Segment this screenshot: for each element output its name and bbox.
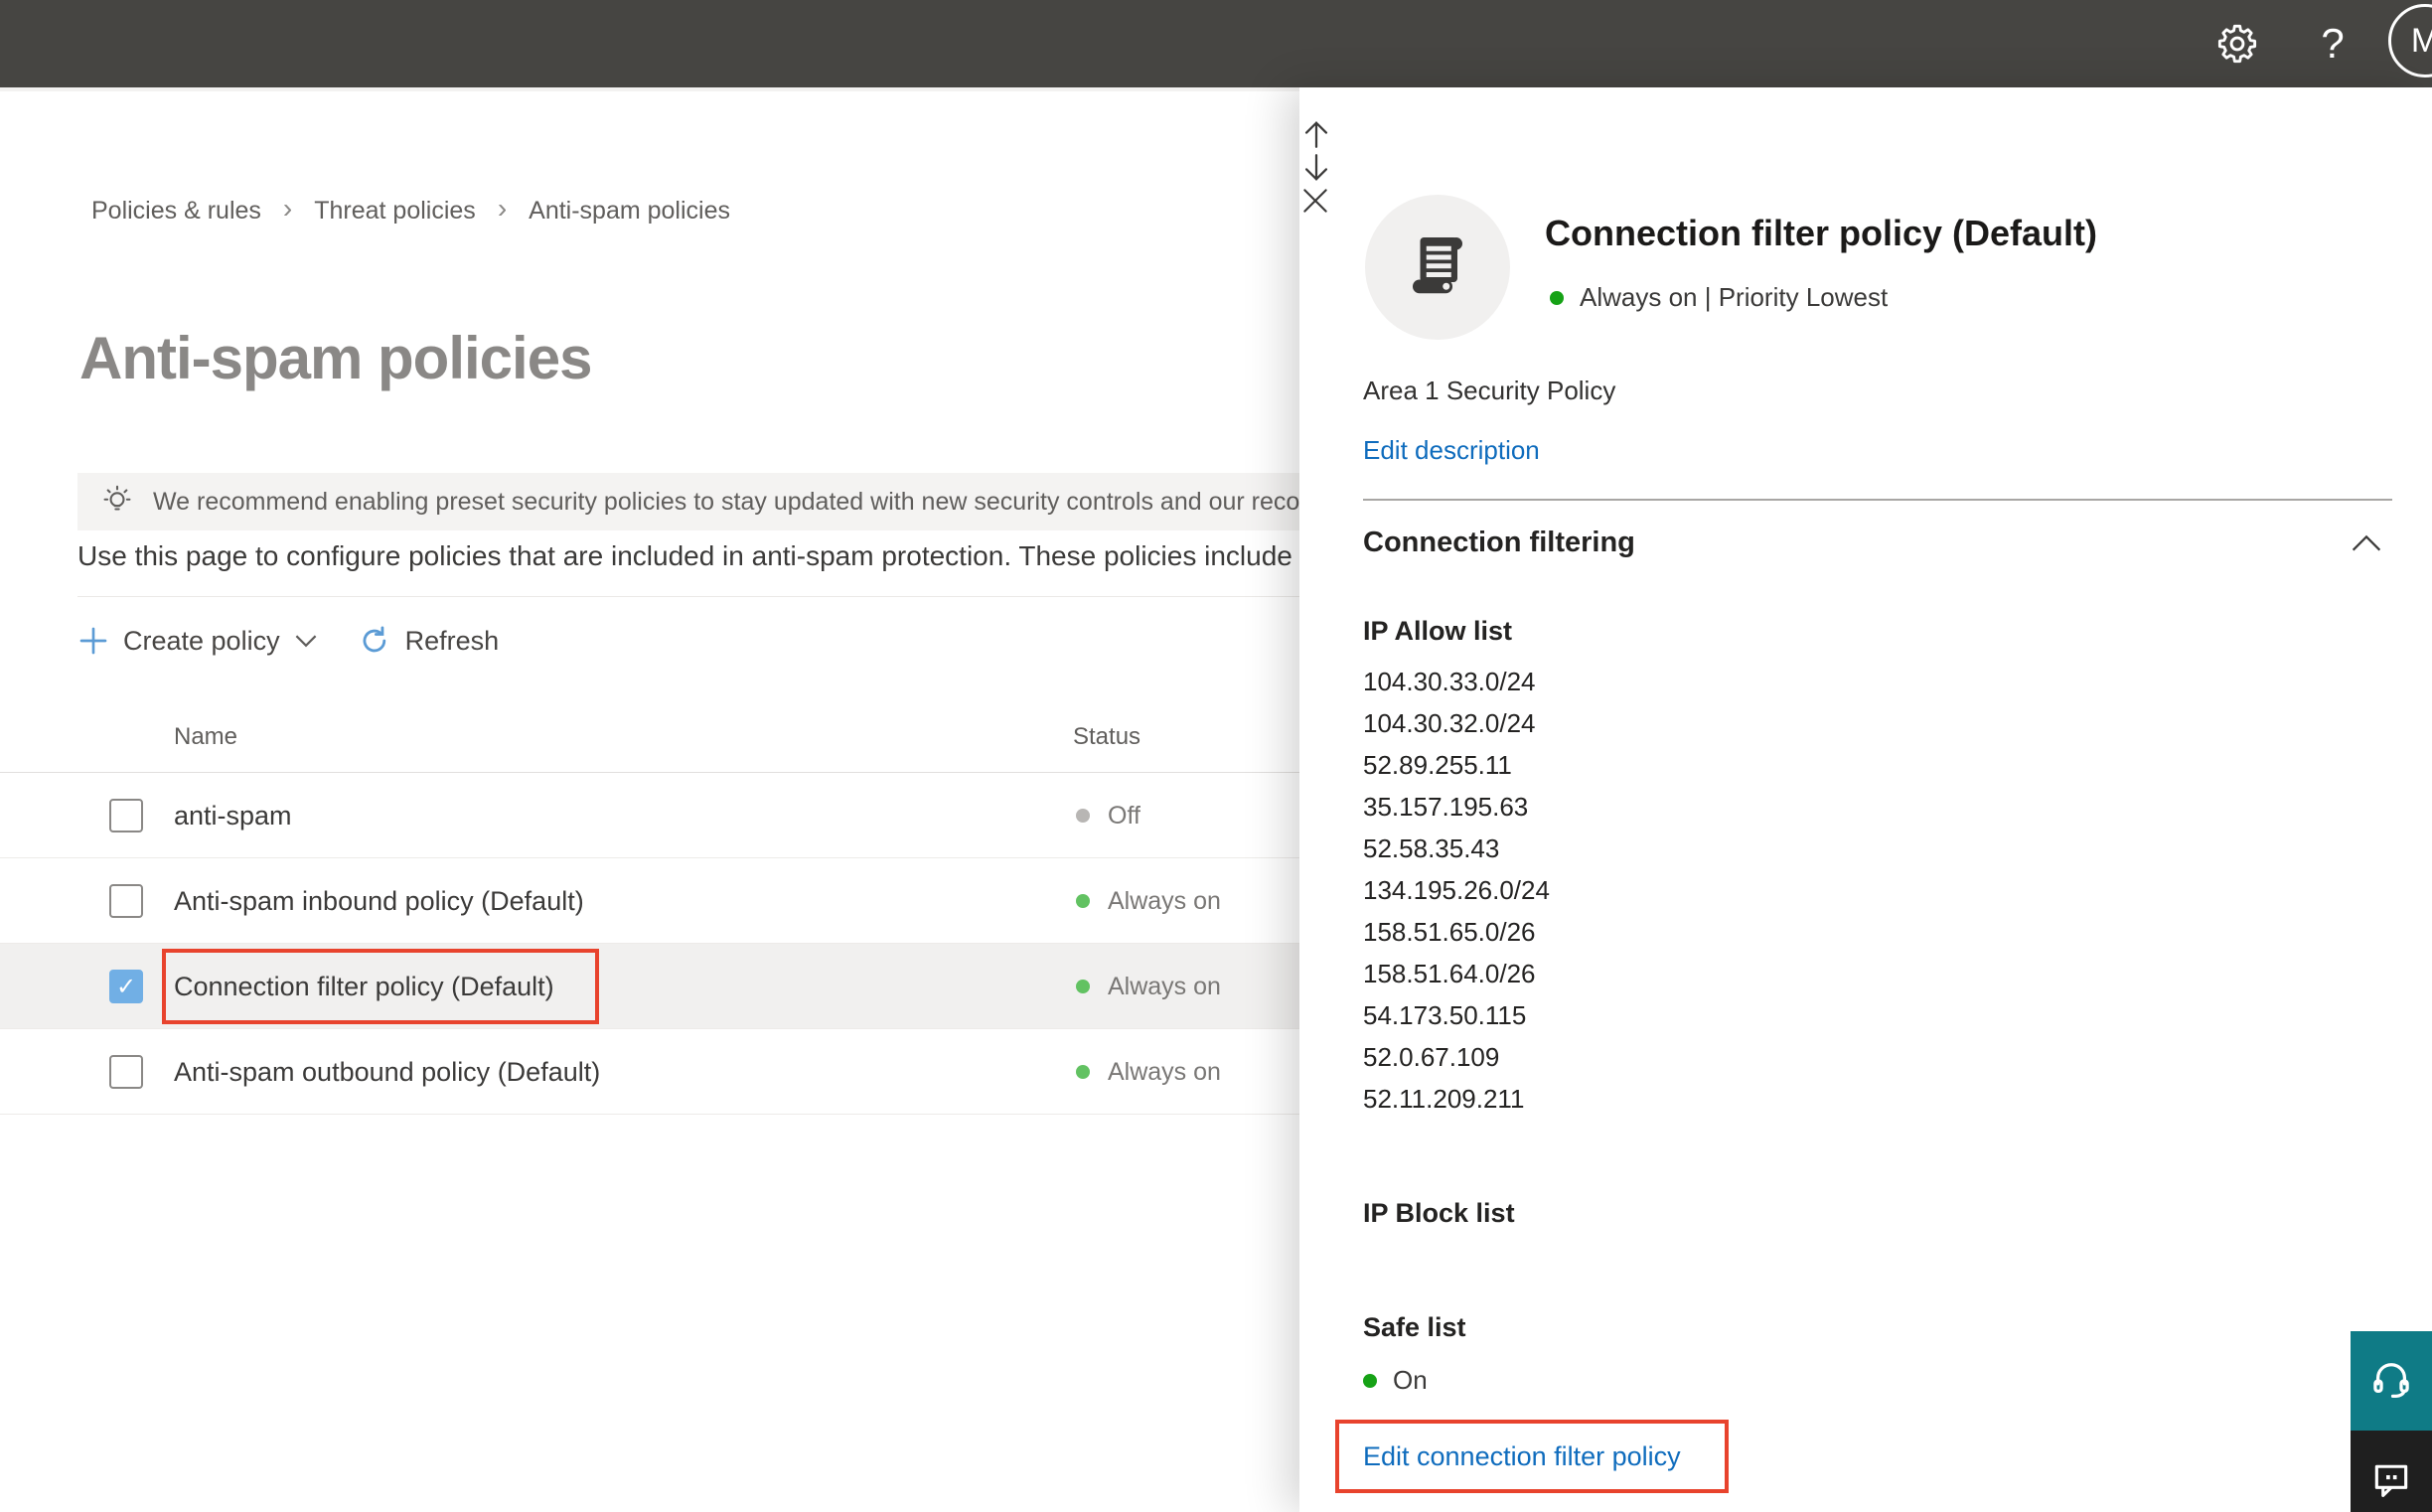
breadcrumb-policies-rules[interactable]: Policies & rules (91, 197, 261, 226)
chevron-up-icon (2351, 533, 2382, 553)
table-row[interactable]: Anti-spam outbound policy (Default) Alwa… (0, 1029, 1299, 1115)
command-bar: Create policy Refresh (77, 614, 513, 668)
banner-text: We recommend enabling preset security po… (153, 487, 1449, 516)
status-dot-on (1076, 894, 1090, 908)
create-policy-label: Create policy (123, 625, 280, 656)
avatar-initial: M (2410, 21, 2432, 60)
table-row-selected[interactable]: ✓ Connection filter policy (Default) Alw… (0, 944, 1299, 1029)
breadcrumb-threat-policies[interactable]: Threat policies (314, 197, 476, 226)
edit-connection-filter-policy-link[interactable]: Edit connection filter policy (1363, 1441, 1681, 1472)
previous-item-button[interactable] (1299, 117, 2432, 151)
ip-entry: 52.89.255.11 (1363, 750, 1512, 780)
table-header: Name Status (0, 709, 1299, 773)
flyout-nav (1299, 117, 2432, 213)
ip-entry: 52.11.209.211 (1363, 1084, 1525, 1114)
collapse-section-button[interactable] (2349, 529, 2384, 558)
flyout-title: Connection filter policy (Default) (1545, 213, 2098, 253)
table-row[interactable]: anti-spam Off (0, 773, 1299, 858)
policy-avatar (1365, 195, 1510, 340)
safe-list-status: On (1363, 1365, 1428, 1396)
scroll-document-icon (1398, 227, 1477, 307)
ip-allow-list: 104.30.33.0/24 104.30.32.0/24 52.89.255.… (1363, 661, 1550, 1120)
feedback-button[interactable] (2351, 1431, 2432, 1512)
policy-name[interactable]: Anti-spam outbound policy (Default) (174, 1029, 600, 1115)
status-label: Always on (1108, 886, 1221, 915)
status-label: Off (1108, 801, 1140, 830)
row-checkbox[interactable] (109, 1055, 143, 1089)
safe-list-status-text: On (1393, 1365, 1428, 1395)
column-header-status[interactable]: Status (1073, 723, 1140, 751)
status-label: Always on (1108, 1057, 1221, 1086)
ip-block-list-label: IP Block list (1363, 1198, 1515, 1228)
ip-entry: 104.30.33.0/24 (1363, 667, 1536, 696)
chevron-right-icon: › (497, 193, 508, 224)
breadcrumb-anti-spam-policies: Anti-spam policies (529, 196, 730, 225)
ip-entry: 134.195.26.0/24 (1363, 875, 1550, 905)
plus-icon (77, 625, 109, 657)
page-title: Anti-spam policies (79, 325, 592, 391)
account-avatar[interactable]: M (2388, 4, 2432, 77)
divider (1363, 499, 2392, 501)
status-dot-on (1076, 980, 1090, 993)
lightbulb-icon (99, 484, 135, 520)
status-dot-on (1363, 1373, 1377, 1388)
settings-gear-button[interactable] (2194, 0, 2281, 87)
ip-entry: 158.51.65.0/26 (1363, 917, 1536, 947)
column-header-name[interactable]: Name (174, 723, 237, 751)
policy-description: Area 1 Security Policy (1363, 376, 1616, 405)
top-app-bar: ? M (0, 0, 2432, 87)
policy-name[interactable]: Anti-spam inbound policy (Default) (174, 858, 584, 944)
flyout-status-line: Always on | Priority Lowest (1550, 282, 1888, 313)
ip-entry: 54.173.50.115 (1363, 1000, 1527, 1030)
help-button[interactable]: ? (2289, 0, 2376, 87)
feedback-chat-icon (2369, 1458, 2413, 1502)
question-mark-icon: ? (2321, 20, 2345, 67)
chevron-down-icon (294, 633, 318, 649)
create-policy-button[interactable]: Create policy (77, 625, 318, 657)
row-checkbox-checked[interactable]: ✓ (109, 970, 143, 1003)
edit-description-link[interactable]: Edit description (1363, 435, 1540, 466)
refresh-label: Refresh (404, 625, 500, 656)
checkmark-icon: ✓ (115, 973, 137, 1000)
status-dot-on (1076, 1065, 1090, 1079)
arrow-up-icon (1299, 117, 2432, 151)
breadcrumb: Policies & rules › Threat policies › Ant… (91, 193, 730, 227)
flyout-status-text: Always on | Priority Lowest (1580, 282, 1889, 312)
policy-name[interactable]: anti-spam (174, 773, 292, 858)
headset-icon (2368, 1358, 2414, 1404)
policy-table: Name Status anti-spam Off Anti-spam inbo… (0, 709, 1299, 1115)
refresh-button[interactable]: Refresh (358, 624, 514, 658)
highlight-box: Edit connection filter policy (1335, 1420, 1729, 1493)
policy-name[interactable]: Connection filter policy (Default) (174, 972, 554, 1002)
refresh-icon (358, 624, 391, 658)
ip-entry: 52.0.67.109 (1363, 1042, 1500, 1072)
ip-entry: 52.58.35.43 (1363, 833, 1500, 863)
ip-entry: 35.157.195.63 (1363, 792, 1529, 822)
support-button[interactable] (2351, 1331, 2432, 1431)
highlight-box: Connection filter policy (Default) (162, 949, 599, 1024)
arrow-down-icon (1299, 151, 2432, 185)
safe-list-label: Safe list (1363, 1312, 1466, 1342)
gear-icon (2214, 21, 2260, 67)
ip-entry: 158.51.64.0/26 (1363, 959, 1536, 988)
defender-anti-spam-screen: ? M Policies & rules › Threat policies ›… (0, 0, 2432, 1512)
policy-details-flyout: Connection filter policy (Default) Alway… (1299, 87, 2432, 1512)
status-dot-on (1550, 290, 1564, 305)
status-dot-off (1076, 809, 1090, 823)
ip-entry: 104.30.32.0/24 (1363, 708, 1536, 738)
table-row[interactable]: Anti-spam inbound policy (Default) Alway… (0, 858, 1299, 944)
status-label: Always on (1108, 972, 1221, 1000)
section-title-connection-filtering: Connection filtering (1363, 527, 1635, 558)
next-item-button[interactable] (1299, 151, 2432, 185)
chevron-right-icon: › (282, 193, 293, 224)
row-checkbox[interactable] (109, 884, 143, 918)
ip-allow-list-label: IP Allow list (1363, 616, 1513, 646)
row-checkbox[interactable] (109, 799, 143, 832)
